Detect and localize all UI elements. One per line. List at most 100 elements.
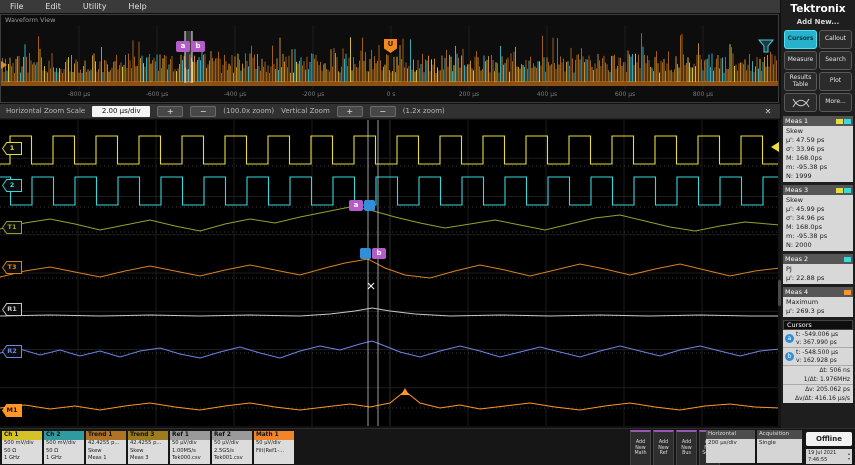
channel-badge-details: 50 µV/div 2.5GS/s Tek001.csv [212,440,252,464]
horizontal-zoom-in-button[interactable]: + [157,105,184,117]
meas-value-line: µ': 47.59 ps [786,136,825,144]
meas-panel-header: Meas 1 [783,116,853,126]
overview-cursor-b-handle[interactable]: b [191,41,205,52]
channel-badge-line: 1 GHz [46,455,62,461]
overview-channel-marker-icon [1,61,7,69]
offline-button[interactable]: Offline [806,432,852,446]
horizontal-panel-value: 200 µs/div [706,439,755,463]
main-cursor-b-handle[interactable]: b [372,248,386,259]
meas-panel-body: Skew µ': 45.99 ps σ': 34.96 ps M: 168.0ps m:… [783,195,853,251]
callout-button[interactable]: Callout [819,30,852,49]
overview-cursor-a-handle[interactable]: a [176,41,190,52]
channel-badge-line: Meas 1 [88,455,107,461]
menu-help[interactable]: Help [128,2,146,11]
meas-panel-body: Maximum µ': 269.3 ps [783,297,853,317]
channel-badge-line: 50 Ω [4,447,17,454]
channel-badge-line: 500 mV/div [4,440,34,446]
channel-badge-line: 50 Ω [46,447,59,454]
channel-badge-details: 50 µV/div Filt(Ref1-... [254,440,294,464]
horizontal-zoom-out-button[interactable]: − [190,105,217,117]
channel-badge-line: 42.4255 p... [130,440,162,446]
main-cursor-link-b-handle[interactable] [360,248,371,259]
main-cursor-link-a-handle[interactable] [364,200,375,211]
overview-time-label: 400 µs [536,91,558,98]
meas-panel-meas-3[interactable]: Meas 3 Skew µ': 45.99 ps σ': 34.96 ps M: 168… [783,185,853,251]
add-new-ref-button[interactable]: Add New Ref [653,430,674,465]
horizontal-zoom-scale-input[interactable]: 2.00 µs/div [92,105,151,117]
slope-readout: Δv/Δt: 416.16 µs/s [794,395,850,402]
meas-panel-header: Meas 3 [783,185,853,195]
date-value: 19 Jul 2021 [808,449,837,456]
menu-utility[interactable]: Utility [83,2,107,11]
delta-t-readout: Δt: 506 ns [819,367,850,374]
channel-badge-line: 50 µV/div [214,440,239,446]
overview-time-label: 0 s [386,91,396,98]
meas-value-line: σ': 34.96 ps [786,214,825,222]
waveform-traces [0,120,780,426]
search-filter-icon[interactable] [758,39,774,53]
waveform-overview[interactable]: Waveform View -800 µs -600 µs -400 µs -200 … [0,14,779,103]
more-button[interactable]: More... [819,93,852,112]
meas-value-line: µ': 22.88 ps [786,274,825,282]
measure-button[interactable]: Measure [784,51,817,70]
overview-time-label: -200 µs [301,91,325,98]
waveform-main-view[interactable]: 1 2 T1 T3 R1 R2 M1 a b [0,120,780,426]
meas-value-line: M: 168.0ps [786,154,822,162]
cursors-results-panel[interactable]: Cursors a t: -549.006 µs v: 367.990 ps b… [783,320,853,403]
horizontal-panel-title: Horizontal [706,430,755,439]
channel-badge-title: Ref 2 [212,431,252,440]
add-new-math-button[interactable]: Add New Math [630,430,651,465]
zoom-controls-bar: Horizontal Zoom Scale 2.00 µs/div + − (1… [0,104,780,119]
datetime-stepper-icon[interactable]: ▴ ▾ [848,451,850,461]
channel-badge-line: Tek000.csv [172,455,201,461]
acquisition-panel-title: Acquisition [757,430,802,439]
channel-badge-ref-1[interactable]: Ref 1 50 µV/div 1.00MS/s Tek000.csv [170,431,210,464]
acquisition-settings-panel[interactable]: Acquisition Single [757,430,802,463]
meas-source-swatches [844,256,851,262]
menu-file[interactable]: File [10,2,23,11]
channel-badge-ref-2[interactable]: Ref 2 50 µV/div 2.5GS/s Tek001.csv [212,431,252,464]
meas-panel-meas-2[interactable]: Meas 2 PJ µ': 22.88 ps [783,254,853,284]
add-new-bus-button[interactable]: Add New Bus [676,430,697,465]
oscilloscope-app: File Edit Utility Help Waveform View -80… [0,0,855,465]
results-table-button[interactable]: Results Table [784,72,817,91]
menu-edit[interactable]: Edit [45,2,61,11]
channel-badge-ch-2[interactable]: Ch 2 500 mV/div 50 Ω1 GHz [44,431,84,464]
channel-badge-details: 42.4255 p... Skew Meas 3 [128,440,168,464]
cursor-b-time: t: -548.500 µs [796,349,839,356]
channel-badge-details: 50 µV/div 1.00MS/s Tek000.csv [170,440,210,464]
cursors-button[interactable]: Cursors [784,30,817,49]
meas-panel-body: Skew µ': 47.59 ps σ': 33.96 ps M: 168.0ps m:… [783,126,853,182]
meas-value-line: N: 1999 [786,172,812,180]
source-swatch [844,118,851,124]
meas-value-line: Maximum [786,298,819,306]
overview-time-label: -600 µs [145,91,169,98]
meas-value-line: PJ [786,265,792,273]
overview-title: Waveform View [5,16,56,24]
meas-value-line: N: 2000 [786,241,812,249]
meas-value-line: Skew [786,127,803,135]
eye-diagram-button[interactable] [784,93,817,112]
plot-button[interactable]: Plot [819,72,852,91]
cursors-panel-title: Cursors [783,320,853,330]
vertical-zoom-out-button[interactable]: − [369,105,396,117]
meas-source-swatches [836,118,851,124]
channel-badge-math-1[interactable]: Math 1 50 µV/div Filt(Ref1-... [254,431,294,464]
vertical-zoom-in-button[interactable]: + [336,105,363,117]
search-button[interactable]: Search [819,51,852,70]
datetime-display[interactable]: 19 Jul 2021 7:46:55 ▴ ▾ [806,449,852,464]
overview-time-label: 600 µs [614,91,636,98]
trigger-level-arrow-icon[interactable] [771,142,779,152]
main-cursor-a-handle[interactable]: a [349,200,363,211]
meas-panel-meas-4[interactable]: Meas 4 Maximum µ': 269.3 ps [783,287,853,317]
cursor-a-value: v: 367.990 ps [796,338,837,346]
add-new-label: Add New... [796,18,840,26]
eye-diagram-icon [792,98,809,107]
meas-panel-meas-1[interactable]: Meas 1 Skew µ': 47.59 ps σ': 33.96 ps M: 168… [783,116,853,182]
channel-badge-trend-1[interactable]: Trend 1 42.4255 p... Skew Meas 1 [86,431,126,464]
channel-badge-ch-1[interactable]: Ch 1 500 mV/div 50 Ω1 GHz [2,431,42,464]
channel-badge-trend-3[interactable]: Trend 3 42.4255 p... Skew Meas 3 [128,431,168,464]
close-zoom-icon[interactable]: ✕ [762,107,774,116]
horizontal-settings-panel[interactable]: Horizontal 200 µs/div [706,430,755,463]
overview-time-label: 200 µs [458,91,480,98]
